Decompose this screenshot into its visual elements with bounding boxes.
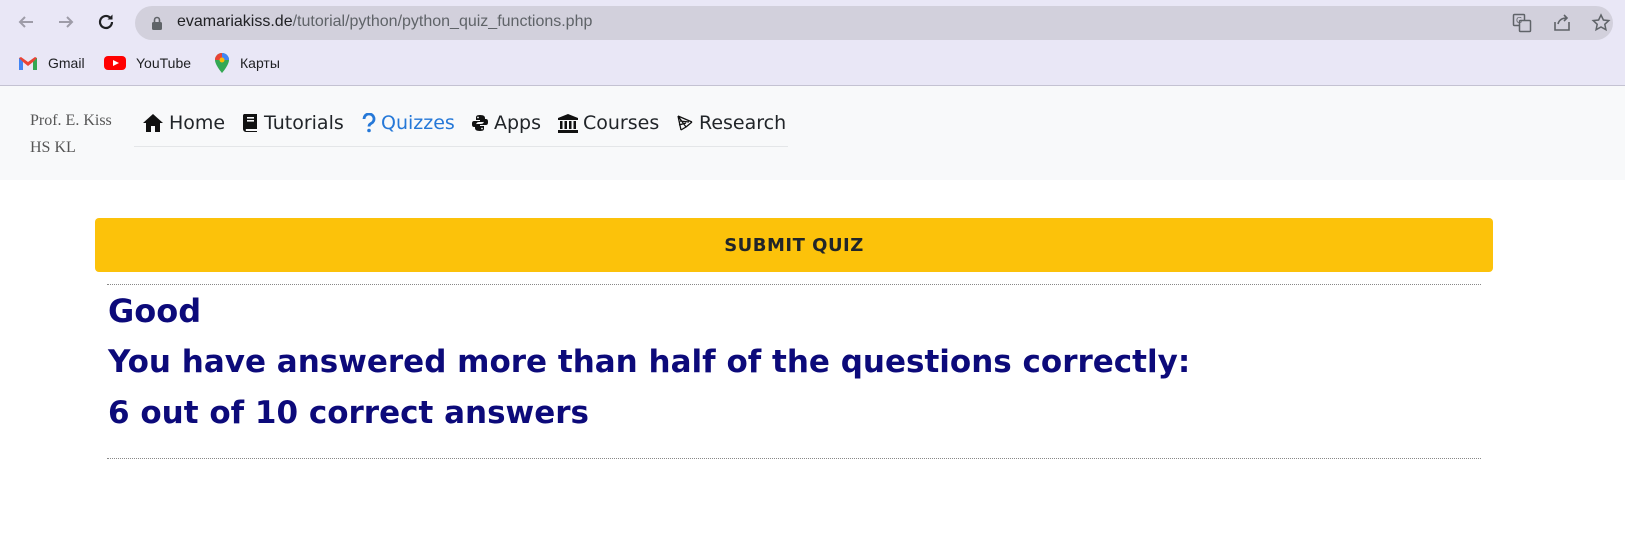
home-icon [142, 113, 164, 133]
url-path: /tutorial/python/python_quiz_functions.p… [292, 13, 593, 30]
book-icon [242, 113, 259, 133]
bookmarks-bar: Gmail YouTube Карты [0, 44, 1625, 80]
site-navbar: Prof. E. Kiss HS KL Home Tutorials Quizz… [0, 86, 1625, 180]
forward-button[interactable] [52, 8, 80, 36]
nav-item-tutorials[interactable]: Tutorials [242, 112, 344, 134]
arrow-right-icon [59, 16, 74, 28]
university-icon [558, 113, 578, 133]
bookmark-star-button[interactable] [1590, 12, 1612, 34]
result-score: 6 out of 10 correct answers [108, 395, 589, 431]
divider [107, 458, 1481, 459]
nav-label: Apps [494, 112, 542, 134]
translate-button[interactable]: G [1511, 12, 1533, 34]
result-message: You have answered more than half of the … [108, 344, 1191, 380]
nav-item-quizzes[interactable]: Quizzes [362, 112, 455, 134]
url-host: evamariakiss.de [177, 13, 293, 30]
lock-icon [152, 16, 162, 30]
youtube-icon [104, 56, 126, 70]
bookmark-label: YouTube [136, 55, 192, 71]
python-icon [471, 114, 489, 132]
reload-button[interactable] [92, 8, 120, 36]
nav-item-research[interactable]: Research [676, 112, 786, 134]
nav-label: Tutorials [264, 112, 344, 134]
submit-quiz-button[interactable]: SUBMIT QUIZ [95, 218, 1493, 272]
gmail-icon [19, 57, 37, 70]
translate-icon: G [1512, 13, 1532, 33]
arrow-left-icon [18, 16, 33, 28]
nav-item-home[interactable]: Home [142, 112, 225, 134]
nav-item-apps[interactable]: Apps [471, 112, 541, 134]
divider [107, 284, 1481, 285]
bookmark-label: Карты [240, 55, 280, 71]
nav-item-courses[interactable]: Courses [558, 112, 659, 134]
nav-list: Home Tutorials Quizzes Apps Courses Rese… [134, 102, 788, 147]
brand-line2: HS KL [30, 139, 76, 156]
browser-toolbar: evamariakiss.de/tutorial/python/python_q… [0, 0, 1625, 44]
nav-label: Quizzes [381, 112, 455, 134]
result-title: Good [108, 292, 202, 330]
brand-line1: Prof. E. Kiss [30, 112, 112, 129]
bookmark-label: Gmail [48, 55, 85, 71]
svg-text:G: G [1516, 16, 1522, 25]
address-bar[interactable]: evamariakiss.de/tutorial/python/python_q… [135, 6, 1613, 40]
share-button[interactable] [1551, 12, 1573, 34]
research-icon [676, 114, 694, 132]
nav-label: Home [169, 112, 226, 134]
nav-label: Courses [583, 112, 660, 134]
browser-chrome: evamariakiss.de/tutorial/python/python_q… [0, 0, 1625, 86]
share-icon [1554, 14, 1570, 31]
bookmark-youtube[interactable]: YouTube [104, 51, 191, 75]
bookmark-gmail[interactable]: Gmail [18, 51, 85, 75]
star-icon [1591, 13, 1611, 32]
question-icon [362, 113, 376, 133]
reload-icon [98, 14, 114, 30]
nav-label: Research [699, 112, 787, 134]
url-text: evamariakiss.de/tutorial/python/python_q… [177, 13, 592, 31]
maps-icon [215, 53, 229, 73]
back-button[interactable] [12, 8, 40, 36]
brand[interactable]: Prof. E. Kiss HS KL [30, 107, 112, 161]
bookmark-maps[interactable]: Карты [214, 51, 280, 75]
